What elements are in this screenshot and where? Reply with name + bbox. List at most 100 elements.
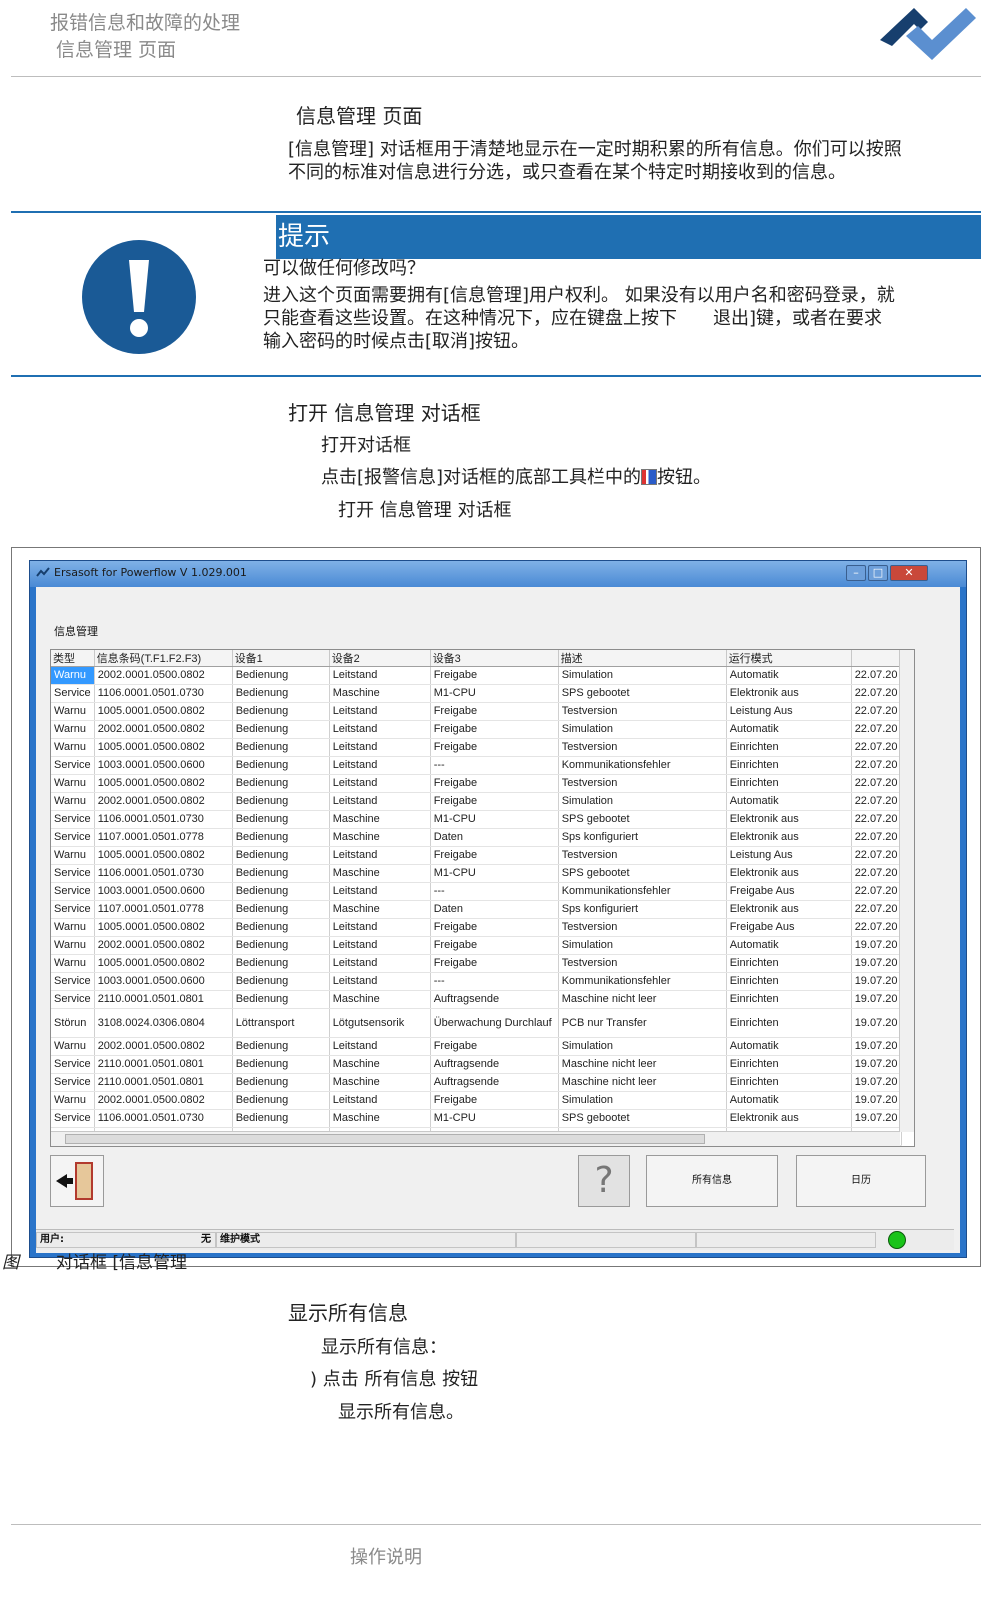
maximize-icon[interactable]: □ [868,565,888,581]
table-cell: Warnu [51,702,95,721]
table-row[interactable]: Service 1106.0001.0501.0730 Bedienung Masch… [51,810,902,829]
table-cell: 22.07.20 [851,774,902,793]
table-cell: 19.07.20 [851,1055,902,1074]
table-row[interactable]: Warnu2002.0001.0500.0802BedienungLeitsta… [51,936,902,955]
table-row[interactable]: Service 2110.0001.0501.0801 Bedienung Masch… [51,1055,902,1074]
table-cell: 2110.0001.0501.0801 [94,990,233,1009]
table-row[interactable]: Warnu 1005.0001.0500.0802 Bedienung Leitsta… [51,702,902,721]
minimize-icon[interactable]: – [846,565,866,581]
exit-door-icon [56,1162,93,1200]
table-row[interactable]: Service 2110.0001.0501.0801 Bedienung Masch… [51,990,902,1009]
table-cell: 22.07.20 [851,666,902,685]
table-cell: Maschine [329,900,431,919]
table-cell: 22.07.20 [851,918,902,937]
status-user-value: 无 [201,1234,211,1245]
column-header[interactable]: 设备3 [430,650,559,667]
table-cell: 19.07.20 [851,1091,902,1110]
table-cell: Leitstand [329,972,431,991]
table-cell: Maschine [329,810,431,829]
close-icon[interactable]: ✕ [890,565,928,581]
table-cell: Kommunikationsfehler [558,972,727,991]
table-cell: Bedienung [232,702,330,721]
table-cell: Service [51,1055,95,1074]
table-cell: Einrichten [726,954,852,973]
table-row[interactable]: Warnu 1005.0001.0500.0802 Bedienung Leitsta… [51,738,902,757]
table-row[interactable]: Warnu2002.0001.0500.0802BedienungLeitsta… [51,1037,902,1056]
scrollbar-thumb[interactable] [65,1134,705,1144]
status-user: 用户: 无 [36,1232,216,1248]
table-cell: Freigabe [430,738,559,757]
table-row[interactable]: Warnu2002.0001.0500.0802BedienungLeitsta… [51,792,902,811]
calendar-button[interactable]: 日历 [796,1155,926,1207]
table-cell: 2002.0001.0500.0802 [94,1037,233,1056]
table-cell: Daten [430,900,559,919]
table-row[interactable]: Service 1106.0001.0501.0730 Bedienung Masch… [51,684,902,703]
message-table[interactable]: 类型 信息条码(T.F1.F2.F3) 设备1 设备2 设备3 描述 运行模式 Warnu 2… [50,649,915,1147]
table-row[interactable]: Service 1003.0001.0500.0600 Bedienung Leits… [51,882,902,901]
column-header[interactable]: 运行模式 [726,650,852,667]
horizontal-scrollbar[interactable] [51,1131,900,1146]
all-info-button[interactable]: 所有信息 [646,1155,778,1207]
table-cell: Freigabe [430,774,559,793]
table-cell: Service [51,882,95,901]
table-row[interactable]: Warnu 1005.0001.0500.0802 Bedienung Leitsta… [51,954,902,973]
table-cell: Maschine [329,1109,431,1128]
vertical-scrollbar[interactable] [899,650,914,1132]
table-cell: Elektronik aus [726,810,852,829]
table-cell: Testversion [558,846,727,865]
column-header[interactable]: 设备1 [232,650,330,667]
window-titlebar[interactable]: Ersasoft for Powerflow V 1.029.001 – □ ✕ [30,561,966,587]
table-row[interactable]: Service 1106.0001.0501.0730 Bedienung Masch… [51,864,902,883]
table-cell: 2110.0001.0501.0801 [94,1055,233,1074]
table-row[interactable]: Service 2110.0001.0501.0801 Bedienung Masch… [51,1073,902,1092]
column-header[interactable]: 类型 [51,650,95,667]
table-row[interactable]: Service 1107.0001.0501.0778 Bedienung Masch… [51,828,902,847]
table-cell: 22.07.20 [851,846,902,865]
column-header[interactable]: 描述 [558,650,727,667]
table-cell: Service [51,828,95,847]
table-row[interactable]: Warnu 1005.0001.0500.0802 Bedienung Leitsta… [51,846,902,865]
table-cell: 22.07.20 [851,810,902,829]
table-row[interactable]: Service 1003.0001.0500.0600 Bedienung Leits… [51,756,902,775]
table-cell: 2110.0001.0501.0801 [94,1073,233,1092]
help-button[interactable]: ? [578,1155,630,1207]
table-cell: Elektronik aus [726,900,852,919]
note-label: 提示 [276,215,981,259]
show-all-step-action: ) 点击 所有信息 按钮 [310,1369,479,1390]
table-row[interactable]: Service 1106.0001.0501.0730 Bedienung Masch… [51,1109,902,1128]
table-row[interactable]: Warnu 1005.0001.0500.0802 Bedienung Leitsta… [51,774,902,793]
table-cell: Leitstand [329,720,431,739]
table-cell: SPS gebootet [558,1109,727,1128]
table-cell: 1106.0001.0501.0730 [94,864,233,883]
table-cell: Maschine [329,1055,431,1074]
column-header[interactable] [851,650,902,667]
app-window: Ersasoft for Powerflow V 1.029.001 – □ ✕… [29,560,967,1258]
table-row[interactable]: Service 1107.0001.0501.0778 Bedienung Masch… [51,900,902,919]
table-row[interactable]: Service 1003.0001.0500.0600 Bedienung Leits… [51,972,902,991]
table-cell: Bedienung [232,864,330,883]
table-header-row: 类型 信息条码(T.F1.F2.F3) 设备1 设备2 设备3 描述 运行模式 [51,650,902,667]
table-cell: --- [430,972,559,991]
column-header[interactable]: 信息条码(T.F1.F2.F3) [94,650,233,667]
table-cell: Einrichten [726,738,852,757]
table-cell: Einrichten [726,756,852,775]
table-cell: Maschine [329,864,431,883]
open-step-title: 打开对话框 [321,435,411,456]
table-row[interactable]: Störun 3108.0024.0306.0804 Löttransport Löt… [51,1008,902,1038]
table-row[interactable]: Warnu2002.0001.0500.0802BedienungLeitsta… [51,1091,902,1110]
table-cell: Bedienung [232,900,330,919]
table-cell: Bedienung [232,756,330,775]
table-row[interactable]: Warnu2002.0001.0500.0802BedienungLeitsta… [51,666,902,685]
table-row[interactable]: Warnu 1005.0001.0500.0802 Bedienung Leitsta… [51,918,902,937]
table-row[interactable]: Warnu2002.0001.0500.0802BedienungLeitsta… [51,720,902,739]
table-cell: Elektronik aus [726,828,852,847]
table-cell: Leistung Aus [726,702,852,721]
exit-button[interactable] [50,1155,104,1207]
table-cell: Freigabe Aus [726,918,852,937]
table-cell: 19.07.20 [851,954,902,973]
column-header[interactable]: 设备2 [329,650,431,667]
table-cell: Service [51,990,95,1009]
table-cell: Service [51,684,95,703]
open-step-result: 打开 信息管理 对话框 [338,500,512,521]
status-empty-2 [696,1232,876,1248]
